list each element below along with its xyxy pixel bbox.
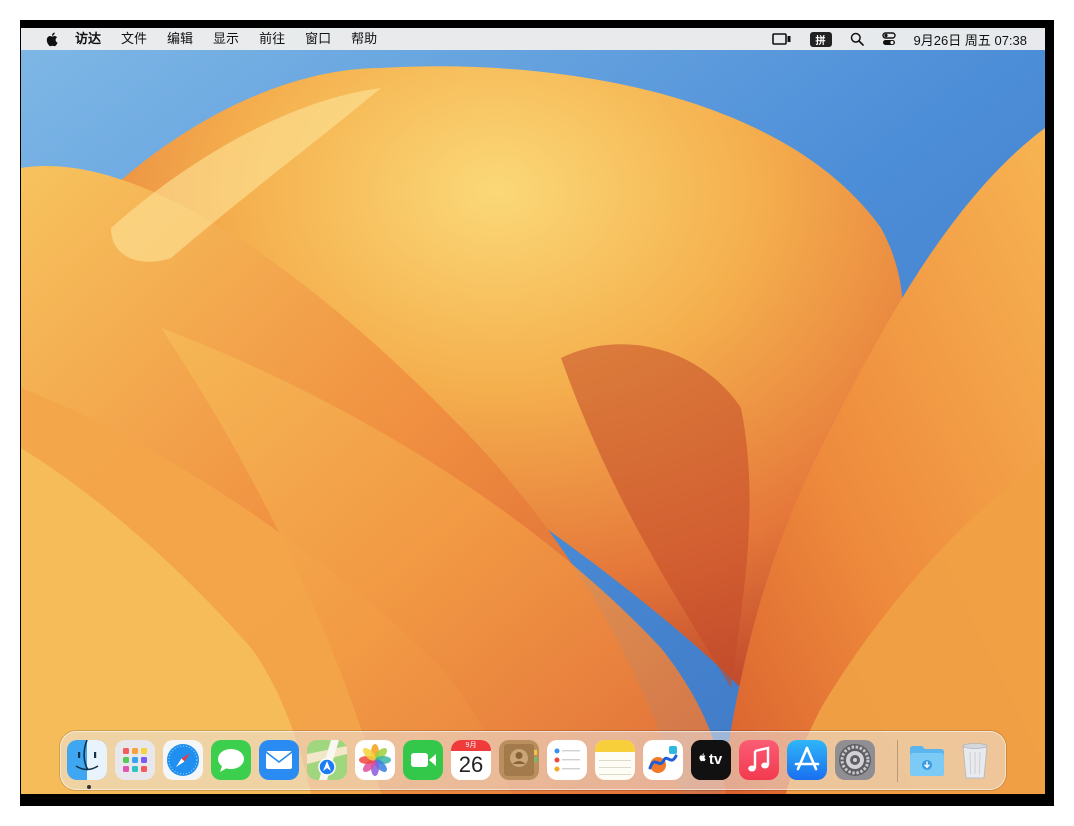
menu-window[interactable]: 窗口: [305, 28, 331, 50]
menu-file[interactable]: 文件: [121, 28, 147, 50]
contacts-icon[interactable]: [499, 740, 539, 780]
safari-icon[interactable]: [163, 740, 203, 780]
status-area: 拼 9月26日 周五 07:38: [771, 28, 1045, 50]
maps-icon[interactable]: [307, 740, 347, 780]
notes-icon[interactable]: [595, 740, 635, 780]
dock: 9月 26 tv: [60, 731, 1006, 790]
messages-icon[interactable]: [211, 740, 251, 780]
menu-view[interactable]: 显示: [213, 28, 239, 50]
control-center-icon[interactable]: [881, 28, 896, 50]
calendar-icon[interactable]: 9月 26: [451, 740, 491, 780]
menu-app-name[interactable]: 访达: [75, 28, 101, 50]
apple-logo-icon[interactable]: [41, 28, 61, 50]
photos-icon[interactable]: [355, 740, 395, 780]
menu-go[interactable]: 前往: [259, 28, 285, 50]
music-icon[interactable]: [739, 740, 779, 780]
finder-icon[interactable]: [67, 740, 107, 780]
desktop-wallpaper: [21, 28, 1045, 794]
downloads-folder-icon[interactable]: [907, 740, 947, 780]
desktop[interactable]: [21, 28, 1045, 794]
input-method-label: 拼: [809, 31, 832, 47]
freeform-icon[interactable]: [643, 740, 683, 780]
app-store-icon[interactable]: [787, 740, 827, 780]
apple-tv-label: tv: [708, 751, 723, 768]
mail-icon[interactable]: [259, 740, 299, 780]
calendar-day-label: 26: [458, 752, 484, 777]
reminders-icon[interactable]: [547, 740, 587, 780]
system-settings-icon[interactable]: [835, 740, 875, 780]
facetime-icon[interactable]: [403, 740, 443, 780]
finder-running-indicator: [87, 785, 91, 789]
launchpad-icon[interactable]: [115, 740, 155, 780]
trash-icon[interactable]: [955, 740, 995, 780]
screen-mirroring-icon[interactable]: [771, 28, 792, 50]
spotlight-search-icon[interactable]: [850, 28, 864, 50]
menu-bar: 访达 文件 编辑 显示 前往 窗口 帮助 拼 9月26日 周五 07:38: [21, 28, 1045, 50]
apple-tv-icon[interactable]: tv: [691, 740, 731, 780]
dock-separator: [897, 740, 898, 782]
menu-clock[interactable]: 9月26日 周五 07:38: [914, 30, 1027, 49]
menu-edit[interactable]: 编辑: [167, 28, 193, 50]
menu-help[interactable]: 帮助: [351, 28, 377, 50]
input-method-icon[interactable]: 拼: [809, 28, 832, 50]
